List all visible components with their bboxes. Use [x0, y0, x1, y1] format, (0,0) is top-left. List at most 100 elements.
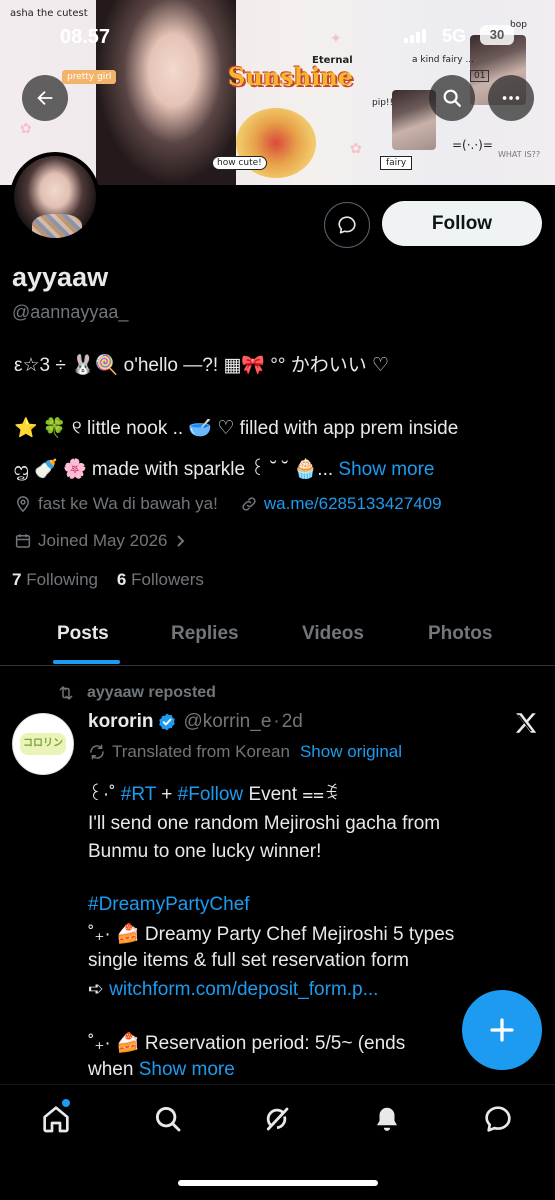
search-button[interactable]	[429, 75, 475, 121]
follow-counts: 7 Following 6 Followers	[12, 570, 204, 590]
reposted-by: ayyaaw reposted	[87, 684, 216, 701]
hashtag-link[interactable]: #RT	[121, 784, 156, 805]
banner-sticker: pretty girl	[62, 70, 117, 84]
tweet-text: ꒰·˚	[88, 784, 116, 805]
tweet-author-avatar[interactable]: コロリン	[12, 713, 74, 775]
search-icon	[155, 1106, 181, 1132]
banner-sticker: WHAT IS??	[498, 150, 541, 159]
compose-button[interactable]	[462, 990, 542, 1070]
nav-search[interactable]	[150, 1101, 186, 1137]
profile-meta-location-link: fast ke Wa di bawah ya! wa.me/6285133427…	[14, 494, 442, 514]
tweet-text-line: ➪ witchform.com/deposit_form.p...	[88, 978, 378, 1001]
tweet-text-line: Bunmu to one lucky winner!	[88, 841, 322, 862]
x-logo-icon	[513, 710, 539, 741]
tweet-text-line: ꒰·˚ #RT + #Follow Event ⩵ꉂ	[88, 780, 339, 806]
profile-avatar[interactable]	[10, 152, 100, 242]
tab-posts[interactable]: Posts	[57, 623, 109, 645]
status-bar: 08.57 5G 30	[0, 0, 555, 70]
tweet-text-line: single items & full set reservation form	[88, 950, 410, 971]
banner-sticker: pip!!	[372, 98, 394, 108]
arrow-left-icon	[37, 90, 53, 106]
battery-icon: 30	[480, 25, 514, 45]
message-button[interactable]	[324, 202, 370, 248]
tweet-avatar-logo: コロリン	[20, 733, 66, 755]
grok-icon	[266, 1107, 289, 1131]
followers-link[interactable]: 6 Followers	[117, 570, 204, 589]
network-type: 5G	[442, 26, 467, 46]
nav-notifications[interactable]	[369, 1101, 405, 1137]
tweet-text-line: ˚₊· 🍰 Dreamy Party Chef Mejiroshi 5 type…	[88, 924, 455, 945]
banner-sticker: =(·.·)=	[452, 138, 493, 152]
tweet-text: when	[88, 1059, 134, 1080]
nav-grok[interactable]	[259, 1101, 295, 1137]
chevron-right-icon	[175, 534, 187, 548]
banner-sticker: how cute!	[212, 156, 267, 170]
tweet-text-line: ˚₊· 🍰 Reservation period: 5/5~ (ends	[88, 1033, 406, 1054]
bio-line: ε☆3 ÷ 🐰🍭 o'hello —?! ▦🎀 °° かわいい ♡	[14, 355, 390, 376]
followers-count: 6	[116, 570, 127, 589]
display-name: ayyaaw	[12, 262, 109, 292]
hashtag-link[interactable]: #Follow	[178, 784, 243, 805]
profile-joined-date: Joined May 2026	[38, 531, 168, 550]
tweet-author-name[interactable]: kororin	[88, 711, 153, 733]
translated-label: Translated from Korean	[112, 742, 290, 761]
tweet-text: ➪	[88, 979, 104, 1000]
more-icon	[502, 96, 520, 100]
nav-home[interactable]	[38, 1099, 74, 1137]
follow-button[interactable]: Follow	[382, 201, 542, 246]
signal-icon	[404, 29, 426, 43]
tweet-text-line: when Show more	[88, 1059, 235, 1081]
search-icon	[443, 89, 461, 107]
avatar-scarf-image	[32, 214, 82, 238]
tab-photos[interactable]: Photos	[428, 623, 492, 645]
translation-row: Translated from Korean Show original	[88, 742, 402, 762]
translate-icon	[88, 743, 106, 761]
tweet-author-handle[interactable]: @korrin_e	[183, 711, 271, 733]
tweet-text: +	[161, 784, 173, 805]
nav-messages[interactable]	[480, 1101, 516, 1137]
tweet-header: kororin @korrin_e · 2d	[88, 711, 303, 733]
followers-label: Followers	[131, 570, 204, 589]
repost-indicator[interactable]: ayyaaw reposted	[55, 684, 216, 702]
more-button[interactable]	[488, 75, 534, 121]
hashtag-link[interactable]: #DreamyPartyChef	[88, 894, 250, 916]
show-original-link[interactable]: Show original	[300, 742, 402, 762]
plus-icon	[490, 1018, 514, 1042]
following-label: Following	[26, 570, 99, 589]
star-deco-icon: ✿	[20, 120, 32, 136]
profile-handle: @aannayyaa_	[12, 302, 129, 322]
bio-line-text: ᦗ 🍼 🌸 made with sparkle ꒰ ˘ ˘ 🧁...	[14, 459, 334, 480]
tweet-show-more-link[interactable]: Show more	[139, 1059, 235, 1080]
profile-tabs: Posts Replies Videos Photos	[0, 606, 555, 666]
repost-icon	[59, 686, 73, 700]
tweet-text: Event ⩵ꉂ	[248, 784, 339, 805]
banner-sticker: fairy	[380, 156, 413, 170]
tab-videos[interactable]: Videos	[302, 623, 364, 645]
calendar-icon	[14, 532, 32, 550]
location-pin-icon	[14, 495, 32, 513]
status-time: 08.57	[60, 26, 111, 48]
bio-line: ⭐ 🍀 ୧ little nook .. 🥣 ♡ filled with app…	[14, 418, 459, 439]
verified-badge-icon	[157, 712, 177, 732]
home-icon	[43, 1106, 69, 1133]
tab-replies[interactable]: Replies	[171, 623, 239, 645]
link-icon	[240, 495, 258, 513]
profile-joined-row[interactable]: Joined May 2026	[14, 531, 193, 551]
banner-sticker: 01	[470, 70, 490, 82]
tweet-url-link[interactable]: witchform.com/deposit_form.p...	[109, 979, 378, 1000]
profile-location: fast ke Wa di bawah ya!	[38, 494, 218, 513]
profile-website-link[interactable]: wa.me/6285133427409	[264, 494, 442, 514]
tweet-time[interactable]: 2d	[282, 711, 303, 733]
bio-line: ᦗ 🍼 🌸 made with sparkle ꒰ ˘ ˘ 🧁... Show …	[14, 455, 435, 481]
notifications-icon	[377, 1107, 397, 1131]
messages-icon	[485, 1106, 511, 1132]
bio-show-more-link[interactable]: Show more	[338, 459, 434, 480]
following-count: 7	[12, 570, 22, 589]
star-deco-icon: ✿	[350, 140, 362, 156]
tweet-separator: ·	[273, 711, 280, 732]
tab-active-indicator	[53, 660, 120, 664]
notification-dot	[62, 1099, 70, 1107]
home-indicator	[178, 1180, 378, 1186]
back-button[interactable]	[22, 75, 68, 121]
following-link[interactable]: 7 Following	[12, 570, 98, 589]
